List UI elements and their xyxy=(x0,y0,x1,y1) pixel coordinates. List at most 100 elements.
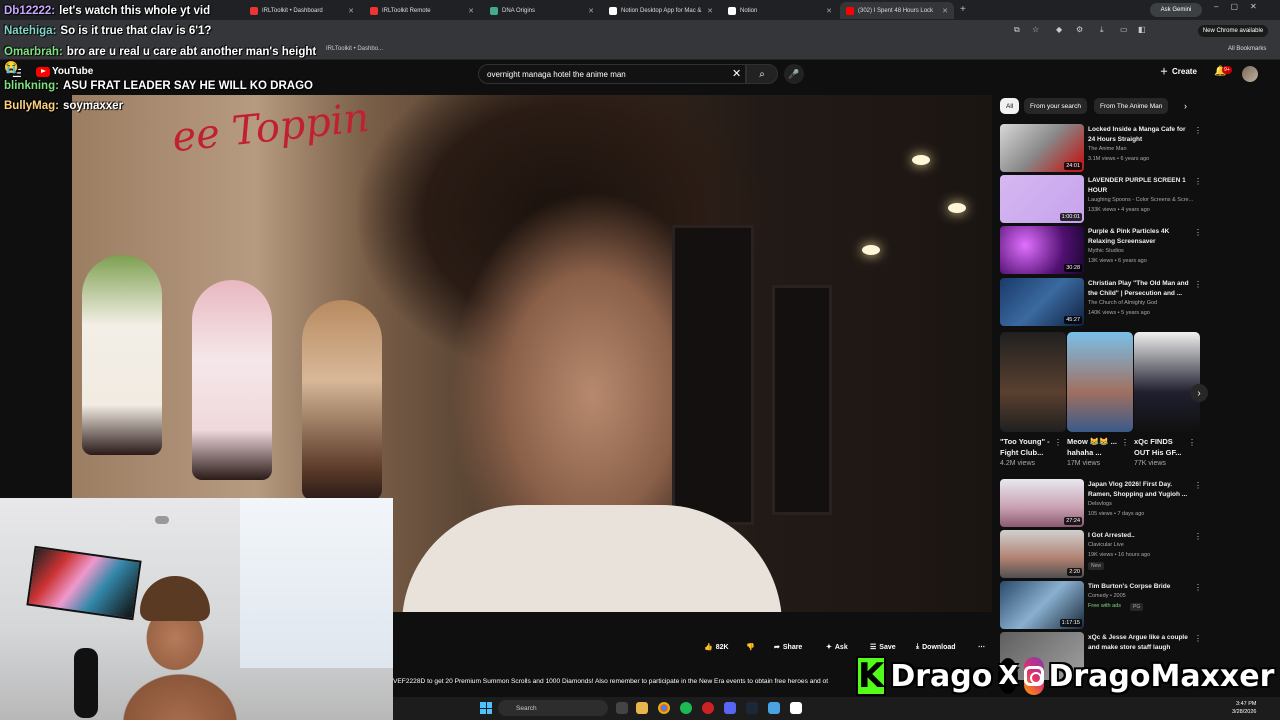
close-icon[interactable]: ✕ xyxy=(707,7,713,15)
bookmark-item[interactable]: IRLToolkit • Dashbo... xyxy=(326,46,383,52)
avatar[interactable] xyxy=(1242,66,1258,82)
new-tab-button[interactable]: + xyxy=(960,4,966,15)
window-icon[interactable]: ▭ xyxy=(1120,25,1128,34)
share-button[interactable]: ➦ Share xyxy=(774,640,802,654)
close-icon[interactable]: ✕ xyxy=(942,7,948,15)
like-button[interactable]: 👍 82K xyxy=(704,640,729,654)
video-thumbnail[interactable]: 27:24 xyxy=(1000,479,1084,527)
ask-gemini-button[interactable]: Ask Gemini xyxy=(1150,3,1202,17)
chat-text: let's watch this whole yt vid xyxy=(59,5,211,17)
chip-from-your-search[interactable]: From your search xyxy=(1024,98,1087,114)
video-channel[interactable]: The Anime Man xyxy=(1088,146,1127,152)
steam-icon[interactable] xyxy=(746,702,758,714)
create-button[interactable]: ＋ Create xyxy=(1160,66,1197,77)
sidebar-icon[interactable]: ◧ xyxy=(1138,25,1146,34)
download-icon[interactable]: ⤓ xyxy=(1100,25,1104,35)
dislike-button[interactable]: 👎 xyxy=(746,640,755,654)
cast-icon[interactable]: ⧉ xyxy=(1014,25,1020,35)
short-title[interactable]: xQc FINDS OUT His GF... xyxy=(1134,436,1188,458)
ask-button[interactable]: ✦ Ask xyxy=(826,640,848,654)
browser-tab-active[interactable]: (302) I Spent 48 Hours Lock ✕ xyxy=(840,2,954,19)
tab-favicon-icon xyxy=(490,6,498,15)
chrome-icon[interactable] xyxy=(658,702,670,714)
chip-all[interactable]: All xyxy=(1000,98,1020,114)
window-controls[interactable]: –▢✕ xyxy=(1214,2,1269,11)
close-icon[interactable]: ✕ xyxy=(588,7,594,15)
video-thumbnail[interactable]: 1:17:15 xyxy=(1000,581,1084,629)
recommended-video[interactable]: 1:17:15 Tim Burton's Corpse Bride Comedy… xyxy=(1000,581,1202,629)
video-thumbnail[interactable]: 24:01 xyxy=(1000,124,1084,172)
chevron-right-icon[interactable]: › xyxy=(1184,101,1187,111)
video-title[interactable]: Japan Vlog 2026! First Day. Ramen, Shopp… xyxy=(1088,480,1190,500)
more-options-icon[interactable]: ⋮ xyxy=(1194,228,1202,237)
bookmark-star-icon[interactable]: ☆ xyxy=(1032,25,1039,34)
extension-icon[interactable]: ◆ xyxy=(1056,25,1062,34)
more-options-icon[interactable]: ⋮ xyxy=(1194,583,1202,592)
more-options-icon[interactable]: ⋮ xyxy=(1194,280,1202,289)
more-options-icon[interactable]: ⋮ xyxy=(1188,438,1196,447)
spotify-icon[interactable] xyxy=(680,702,692,714)
video-channel[interactable]: Delsvlogs xyxy=(1088,501,1112,507)
recommended-video[interactable]: 2:20 I Got Arrested.. Clavicular Live 19… xyxy=(1000,530,1202,578)
browser-tab[interactable]: DNA Origins ✕ xyxy=(484,2,600,19)
chip-from-channel[interactable]: From The Anime Man xyxy=(1094,98,1169,114)
close-icon[interactable]: ✕ xyxy=(348,7,354,15)
more-options-icon[interactable]: ⋮ xyxy=(1194,532,1202,541)
video-channel[interactable]: The Church of Almighty God xyxy=(1088,300,1157,306)
video-channel[interactable]: Clavicular Live xyxy=(1088,542,1124,548)
browser-tab[interactable]: Notion Desktop App for Mac & ✕ xyxy=(603,2,719,19)
video-title[interactable]: Locked Inside a Manga Cafe for 24 Hours … xyxy=(1088,125,1190,145)
taskbar-search[interactable]: Search xyxy=(498,700,608,716)
all-bookmarks-button[interactable]: All Bookmarks xyxy=(1228,46,1266,52)
short-thumbnail[interactable] xyxy=(1000,332,1066,432)
short-title[interactable]: Meow 😹😹 ... hahaha ... xyxy=(1067,436,1121,458)
windows-start-icon[interactable] xyxy=(480,702,492,714)
video-channel[interactable]: Comedy • 2005 xyxy=(1088,593,1126,599)
more-options-icon[interactable]: ⋮ xyxy=(1194,126,1202,135)
short-views: 4.2M views xyxy=(1000,460,1036,467)
video-thumbnail[interactable]: 30:28 xyxy=(1000,226,1084,274)
voice-search-button[interactable]: 🎤 xyxy=(784,64,804,84)
more-options-icon[interactable]: ⋮ xyxy=(1121,438,1129,447)
notepad-icon[interactable] xyxy=(768,702,780,714)
more-options-icon[interactable]: ⋮ xyxy=(1054,438,1062,447)
search-input[interactable]: overnight managa hotel the anime man xyxy=(478,64,746,84)
discord-icon[interactable] xyxy=(724,702,736,714)
recommended-video[interactable]: 1:00:01 LAVENDER PURPLE SCREEN 1 HOUR La… xyxy=(1000,175,1202,223)
recommended-video[interactable]: 45:27 Christian Play "The Old Man and th… xyxy=(1000,278,1202,326)
browser-tab[interactable]: IRLToolkit Remote ✕ xyxy=(364,2,480,19)
video-title[interactable]: Tim Burton's Corpse Bride xyxy=(1088,582,1190,592)
browser-tab[interactable]: Notion ✕ xyxy=(722,2,838,19)
video-thumbnail[interactable]: 45:27 xyxy=(1000,278,1084,326)
puzzle-icon[interactable]: ⚙ xyxy=(1076,25,1083,34)
short-title[interactable]: "Too Young" - Fight Club... xyxy=(1000,436,1054,458)
more-options-icon[interactable]: ⋮ xyxy=(1194,177,1202,186)
video-thumbnail[interactable]: 2:20 xyxy=(1000,530,1084,578)
notion-icon[interactable] xyxy=(790,702,802,714)
video-title[interactable]: LAVENDER PURPLE SCREEN 1 HOUR xyxy=(1088,176,1190,196)
file-explorer-icon[interactable] xyxy=(636,702,648,714)
taskbar-clock[interactable]: 3:47 PM 3/28/2026 xyxy=(1232,700,1256,716)
recommended-video[interactable]: 30:28 Purple & Pink Particles 4K Relaxin… xyxy=(1000,226,1202,274)
more-options-icon[interactable]: ⋮ xyxy=(1194,481,1202,490)
shorts-next-button[interactable]: › xyxy=(1190,384,1208,402)
video-channel[interactable]: Laughing Spoons - Color Screens & Scre..… xyxy=(1088,197,1193,203)
browser-tab[interactable]: IRLToolkit • Dashboard ✕ xyxy=(244,2,360,19)
recommended-video[interactable]: 24:01 Locked Inside a Manga Cafe for 24 … xyxy=(1000,124,1202,172)
video-channel[interactable]: Mythic Studios xyxy=(1088,248,1124,254)
search-button[interactable]: ⌕ xyxy=(746,64,778,84)
close-icon[interactable]: ✕ xyxy=(468,7,474,15)
app-icon[interactable] xyxy=(702,702,714,714)
video-title[interactable]: Purple & Pink Particles 4K Relaxing Scre… xyxy=(1088,227,1190,247)
task-view-icon[interactable] xyxy=(616,702,628,714)
recommended-video[interactable]: 27:24 Japan Vlog 2026! First Day. Ramen,… xyxy=(1000,479,1202,527)
short-thumbnail[interactable] xyxy=(1067,332,1133,432)
video-title[interactable]: Christian Play "The Old Man and the Chil… xyxy=(1088,279,1190,299)
video-title[interactable]: I Got Arrested.. xyxy=(1088,531,1190,541)
new-chrome-available-button[interactable]: New Chrome available xyxy=(1198,25,1268,37)
video-thumbnail[interactable]: 1:00:01 xyxy=(1000,175,1084,223)
close-icon[interactable]: ✕ xyxy=(826,7,832,15)
more-options-icon[interactable]: ⋮ xyxy=(1194,634,1202,643)
short-thumbnail[interactable] xyxy=(1134,332,1200,432)
clear-search-icon[interactable]: ✕ xyxy=(732,67,741,80)
